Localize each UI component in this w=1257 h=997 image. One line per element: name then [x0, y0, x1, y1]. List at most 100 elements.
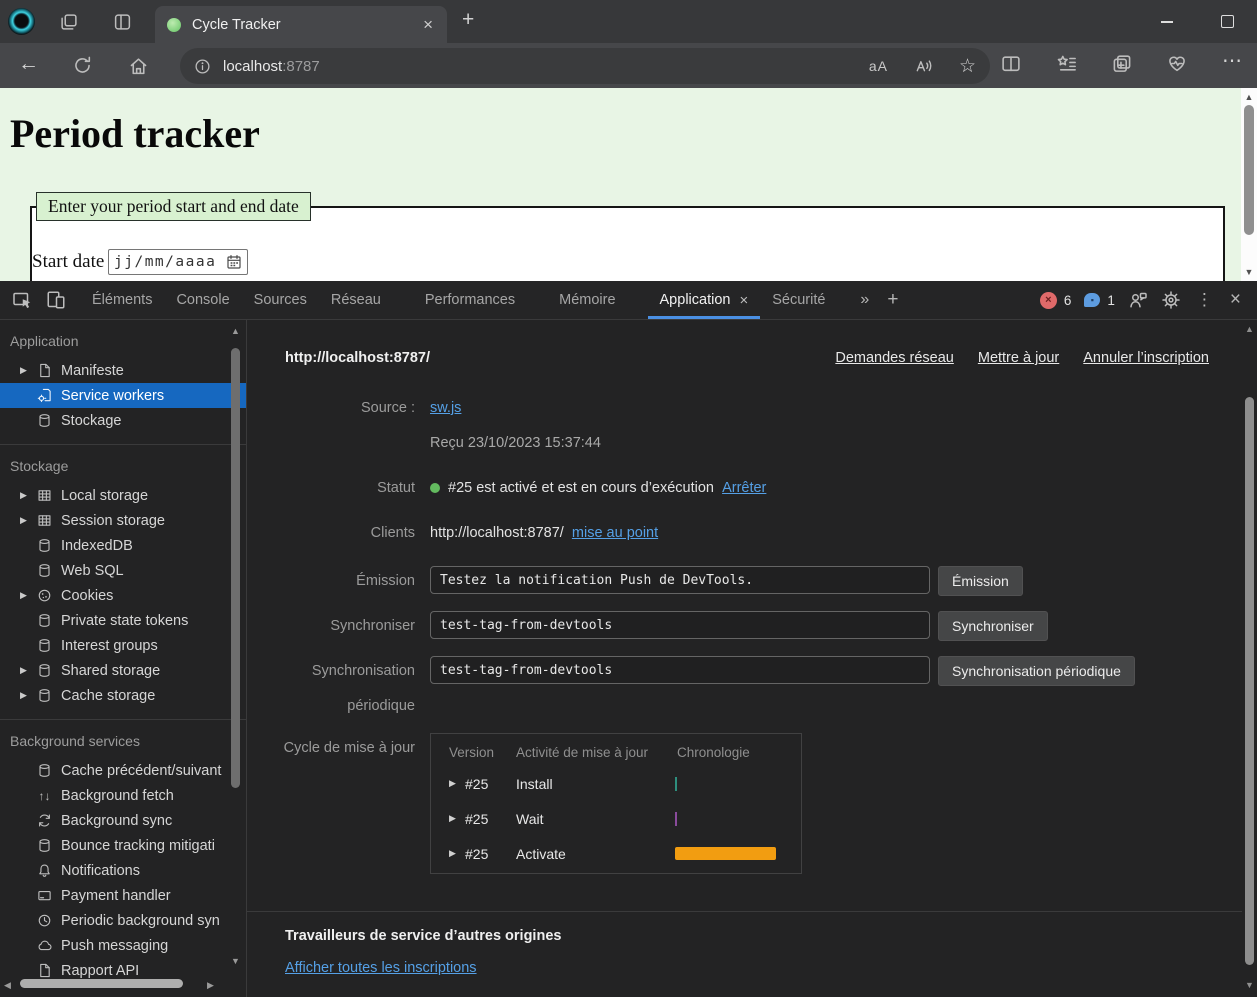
issues-count[interactable]: 1	[1107, 293, 1115, 308]
tab-application-close-icon[interactable]: ×	[739, 292, 748, 309]
focus-link[interactable]: mise au point	[572, 525, 658, 541]
refresh-button[interactable]	[72, 55, 93, 76]
sidebar-horizontal-scrollbar[interactable]: ◀ ▶	[0, 975, 228, 997]
inspect-element-icon[interactable]	[12, 290, 32, 310]
favorite-star-icon[interactable]: ☆	[959, 56, 976, 77]
start-date-input[interactable]: jj/mm/aaaa	[108, 249, 248, 275]
tab-memory[interactable]: Mémoire	[547, 281, 627, 319]
calendar-icon[interactable]	[226, 254, 242, 270]
tab-actions-icon[interactable]	[112, 12, 133, 32]
sidebar-item-back-forward-cache[interactable]: Cache précédent/suivant	[0, 758, 246, 783]
sidebar-item-service-workers[interactable]: Service workers	[0, 383, 246, 408]
sidebar-item-web-sql[interactable]: Web SQL	[0, 558, 246, 583]
tab-close-icon[interactable]: ×	[421, 16, 435, 33]
sidebar-item-session-storage[interactable]: ▶ Session storage	[0, 508, 246, 533]
tree-collapsed-icon[interactable]: ▶	[20, 665, 37, 676]
periodic-sync-button[interactable]: Synchronisation périodique	[938, 656, 1135, 686]
add-panel-icon[interactable]: +	[878, 289, 907, 311]
tab-performance[interactable]: Performances	[413, 281, 527, 319]
periodic-sync-input[interactable]	[430, 656, 930, 684]
sidebar-item-bounce-tracking[interactable]: Bounce tracking mitigati	[0, 833, 246, 858]
panel-scroll-down-icon[interactable]: ▼	[1242, 980, 1257, 990]
sidebar-item-indexeddb[interactable]: IndexedDB	[0, 533, 246, 558]
devtools-close-icon[interactable]: ×	[1228, 289, 1243, 311]
browser-essentials-icon[interactable]	[1166, 53, 1188, 74]
address-bar[interactable]: localhost:8787 aA ☆	[180, 48, 990, 84]
tree-collapsed-icon[interactable]: ▶	[20, 590, 37, 601]
browser-tab[interactable]: Cycle Tracker ×	[155, 6, 447, 43]
sidebar-item-private-state-tokens[interactable]: Private state tokens	[0, 608, 246, 633]
show-all-registrations-link[interactable]: Afficher toutes les inscriptions	[285, 960, 477, 976]
favorites-icon[interactable]	[1056, 53, 1078, 74]
device-toolbar-icon[interactable]	[46, 290, 66, 310]
sidebar-item-payment-handler[interactable]: Payment handler	[0, 883, 246, 908]
read-aloud-icon[interactable]	[914, 57, 933, 76]
tab-sources[interactable]: Sources	[242, 281, 319, 319]
sidebar-item-manifest[interactable]: ▶ Manifeste	[0, 358, 246, 383]
tab-application[interactable]: Application×	[648, 281, 761, 319]
panel-scroll-up-icon[interactable]: ▲	[1242, 324, 1257, 334]
row-expand-icon[interactable]: ▶	[449, 848, 465, 859]
sync-button[interactable]: Synchroniser	[938, 611, 1048, 641]
devtools-settings-icon[interactable]	[1161, 290, 1181, 310]
back-button[interactable]: ←	[18, 53, 39, 74]
scroll-down-icon[interactable]: ▼	[1241, 267, 1257, 277]
sidebar-item-background-fetch[interactable]: ↑↓ Background fetch	[0, 783, 246, 808]
issues-icon[interactable]: ▪	[1084, 293, 1100, 307]
tree-collapsed-icon[interactable]: ▶	[20, 365, 37, 376]
tab-console[interactable]: Console	[164, 281, 241, 319]
sidebar-item-cache-storage[interactable]: ▶ Cache storage	[0, 683, 246, 708]
edge-logo-icon[interactable]	[8, 8, 35, 35]
error-count[interactable]: 6	[1064, 293, 1072, 308]
sidebar-item-local-storage[interactable]: ▶ Local storage	[0, 483, 246, 508]
split-screen-icon[interactable]	[1000, 53, 1022, 74]
sidebar-scroll-left-icon[interactable]: ◀	[4, 980, 11, 991]
source-file-link[interactable]: sw.js	[430, 400, 461, 416]
sidebar-scroll-right-icon[interactable]: ▶	[207, 980, 214, 991]
network-requests-link[interactable]: Demandes réseau	[835, 350, 954, 366]
sidebar-item-background-sync[interactable]: Background sync	[0, 808, 246, 833]
tree-collapsed-icon[interactable]: ▶	[20, 490, 37, 501]
more-tabs-icon[interactable]: »	[851, 291, 878, 309]
panel-scrollbar-thumb[interactable]	[1245, 397, 1254, 965]
push-input[interactable]	[430, 566, 930, 594]
tree-collapsed-icon[interactable]: ▶	[20, 515, 37, 526]
translate-icon[interactable]: aA	[869, 58, 888, 74]
row-expand-icon[interactable]: ▶	[449, 813, 465, 824]
sidebar-item-shared-storage[interactable]: ▶ Shared storage	[0, 658, 246, 683]
error-count-icon[interactable]: ×	[1040, 292, 1057, 309]
workspaces-icon[interactable]	[58, 12, 80, 32]
sidebar-scroll-down-icon[interactable]: ▼	[228, 956, 243, 966]
collections-icon[interactable]	[1111, 53, 1133, 74]
tree-collapsed-icon[interactable]: ▶	[20, 690, 37, 701]
home-button[interactable]	[128, 55, 149, 76]
devtools-menu-icon[interactable]: ⋮	[1194, 290, 1215, 310]
sidebar-scroll-up-icon[interactable]: ▲	[228, 326, 243, 336]
unregister-link[interactable]: Annuler l’inscription	[1083, 350, 1209, 366]
row-expand-icon[interactable]: ▶	[449, 778, 465, 789]
push-button[interactable]: Émission	[938, 566, 1023, 596]
sidebar-item-notifications[interactable]: Notifications	[0, 858, 246, 883]
scroll-up-icon[interactable]: ▲	[1241, 92, 1257, 102]
sidebar-item-storage-top[interactable]: Stockage	[0, 408, 246, 433]
sidebar-item-interest-groups[interactable]: Interest groups	[0, 633, 246, 658]
feedback-icon[interactable]	[1128, 290, 1148, 310]
update-link[interactable]: Mettre à jour	[978, 350, 1059, 366]
settings-menu-icon[interactable]: ⋯	[1222, 51, 1242, 72]
site-info-icon[interactable]	[194, 58, 211, 75]
sidebar-scrollbar-thumb[interactable]	[231, 348, 240, 788]
tab-security[interactable]: Sécurité	[760, 281, 837, 319]
new-tab-button[interactable]: +	[462, 8, 474, 32]
panel-scrollbar[interactable]: ▲ ▼	[1242, 320, 1257, 997]
sidebar-item-periodic-background-sync[interactable]: Periodic background syn	[0, 908, 246, 933]
sidebar-horizontal-thumb[interactable]	[20, 979, 183, 988]
tab-network[interactable]: Réseau	[319, 281, 393, 319]
sidebar-item-push-messaging[interactable]: Push messaging	[0, 933, 246, 958]
tab-elements[interactable]: Éléments	[80, 281, 164, 319]
window-minimize-button[interactable]	[1161, 21, 1173, 23]
sync-input[interactable]	[430, 611, 930, 639]
page-scrollbar-thumb[interactable]	[1244, 105, 1254, 235]
stop-link[interactable]: Arrêter	[722, 480, 766, 496]
page-scrollbar[interactable]: ▲ ▼	[1241, 88, 1257, 281]
sidebar-item-cookies[interactable]: ▶ Cookies	[0, 583, 246, 608]
